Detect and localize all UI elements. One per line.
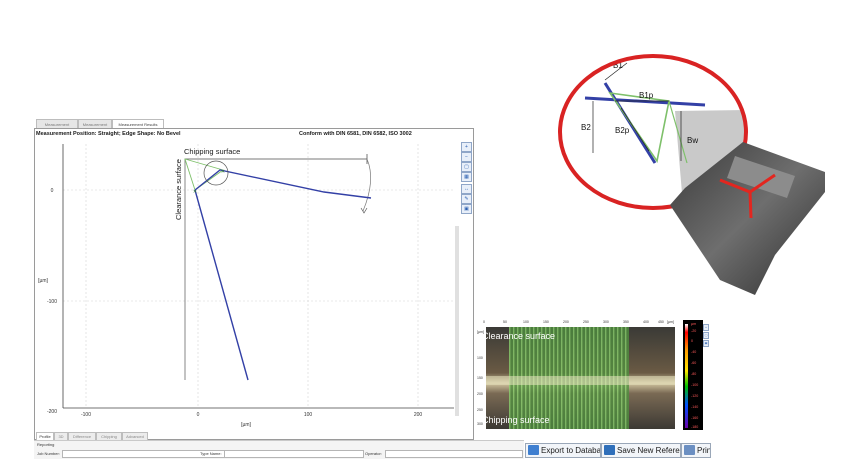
y-tick-0: 0: [51, 188, 54, 194]
x-tick-0: -100: [81, 412, 91, 418]
thumb-top-unit: [µm]: [667, 320, 674, 324]
plot-scrollbar[interactable]: [455, 226, 459, 416]
plot-toolbar: + − ▢ ▦ ↔ ✎ ▣: [459, 140, 473, 240]
thumb-x-tick: 250: [583, 320, 589, 324]
zoom-in-icon[interactable]: +: [461, 142, 472, 152]
profile-plot[interactable]: 0 -100 -200 [µm] -100 0 100 200 [µm] ✕ ✕…: [34, 140, 459, 435]
clearance-surface-label: Clearance surface: [174, 159, 183, 220]
y-unit: [µm]: [38, 278, 48, 284]
thumb-side-toolbar: + ▢ ▣: [703, 324, 709, 416]
operator-input[interactable]: [385, 450, 523, 458]
type-name-label: Type Name:: [200, 451, 222, 456]
job-number-label: Job Number:: [37, 451, 60, 456]
measurement-position-text: Measurement Position: Straight; Edge Sha…: [36, 131, 181, 137]
database-icon: [528, 444, 539, 455]
thumb-x-tick: 150: [543, 320, 549, 324]
color-tick: -80: [691, 372, 696, 376]
thumb-zoom-icon[interactable]: +: [703, 324, 709, 331]
label-b1p: B1p: [639, 91, 654, 100]
thumb-x-tick: 400: [643, 320, 649, 324]
type-name-input[interactable]: [224, 450, 364, 458]
thumb-x-tick: 300: [603, 320, 609, 324]
profile-clearance-line: [194, 189, 249, 381]
thumb-x-tick: 100: [523, 320, 529, 324]
info-bar: Measurement Position: Straight; Edge Sha…: [35, 130, 472, 139]
printer-icon: [684, 444, 695, 455]
thumb-y-unit: [µm]: [477, 330, 484, 334]
reporting-panel: Reporting Job Number: Type Name: Operato…: [34, 440, 524, 459]
conformity-text: Conform with DIN 6581, DIN 6582, ISO 300…: [299, 131, 412, 137]
zoom-out-icon[interactable]: −: [461, 152, 472, 162]
edge-marker-stem: [748, 191, 753, 219]
x-tick-2: 100: [304, 412, 313, 418]
color-tick: 0: [691, 339, 693, 343]
print-button[interactable]: Print: [681, 443, 711, 458]
color-tick: -140: [691, 405, 698, 409]
thumb-x-tick: 50: [503, 320, 507, 324]
color-tick: -120: [691, 394, 698, 398]
y-tick-2: -200: [47, 409, 57, 415]
color-scale: µm -20 0 -40 -60 -80 -100 -120 -140 -160…: [683, 320, 703, 430]
measure-icon[interactable]: ↔: [461, 184, 472, 194]
thumb-save-icon[interactable]: ▣: [703, 340, 709, 347]
label-b2p: B2p: [615, 126, 630, 135]
color-tick: -40: [691, 350, 696, 354]
surface-thumbnail[interactable]: Clearance surface Chipping surface 0 50 …: [477, 319, 675, 429]
cursor-icon[interactable]: ✎: [461, 194, 472, 204]
chamfer-point-marker-2: ✕: [221, 169, 225, 175]
color-tick: -20: [691, 329, 696, 333]
thumb-y-tick: 100: [477, 356, 483, 360]
thumb-y-tick: 250: [477, 408, 483, 412]
chamfer-point-marker: ✕: [193, 189, 197, 195]
reporting-title: Reporting: [37, 442, 55, 447]
save-icon: [604, 444, 615, 455]
color-tick: -160: [691, 416, 698, 420]
save-new-reference-button[interactable]: Save New Reference: [601, 443, 681, 458]
thumb-chipping-label: Chipping surface: [482, 415, 550, 425]
grid-icon[interactable]: ▦: [461, 172, 472, 182]
x-tick-1: 0: [197, 412, 200, 418]
color-scale-gradient: [685, 324, 688, 428]
label-b2: B2: [581, 123, 591, 132]
thumb-left-ticks: [µm] 100 150 200 250 300: [477, 330, 484, 426]
thumb-x-tick: 0: [483, 320, 485, 324]
cutting-tool-illustration: [670, 142, 825, 295]
thumb-y-tick: 200: [477, 392, 483, 396]
thumb-x-tick: 450: [658, 320, 664, 324]
export-to-database-button[interactable]: Export to Database: [525, 443, 601, 458]
angle-arc: [362, 158, 372, 212]
fit-icon[interactable]: ▢: [461, 162, 472, 172]
thumb-x-tick: 350: [623, 320, 629, 324]
thumb-clearance-label: Clearance surface: [482, 331, 555, 341]
thumb-y-tick: 300: [477, 422, 483, 426]
x-unit: [µm]: [241, 422, 251, 428]
x-tick-3: 200: [414, 412, 423, 418]
chipping-surface-label: Chipping surface: [184, 147, 240, 156]
view-tabs: Profile 3D Difference Chipping Advanced: [36, 432, 148, 441]
operator-label: Operator:: [365, 451, 382, 456]
color-tick: -60: [691, 361, 696, 365]
thumb-fit-icon[interactable]: ▢: [703, 332, 709, 339]
save-image-icon[interactable]: ▣: [461, 204, 472, 214]
thumb-top-ticks: 0 50 100 150 200 250 300 350 400 450 [µm…: [483, 320, 674, 324]
color-tick: -180: [691, 425, 698, 429]
y-tick-1: -100: [47, 299, 57, 305]
edge-band: [486, 376, 675, 385]
thumb-y-tick: 150: [477, 376, 483, 380]
color-unit: µm: [691, 322, 696, 326]
thumb-x-tick: 200: [563, 320, 569, 324]
color-tick: -100: [691, 383, 698, 387]
